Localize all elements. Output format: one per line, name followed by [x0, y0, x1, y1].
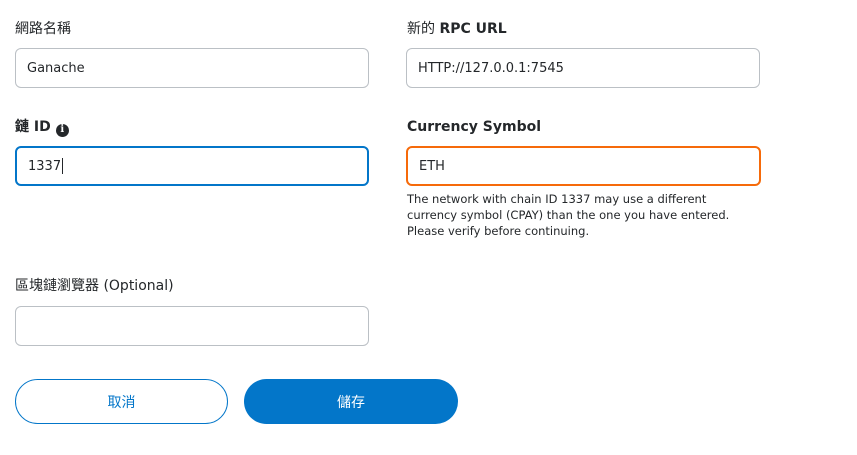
network-name-value: Ganache — [27, 60, 85, 76]
rpc-url-value: HTTP://127.0.0.1:7545 — [418, 60, 564, 76]
cancel-button[interactable]: 取消 — [15, 379, 228, 424]
cancel-button-label: 取消 — [107, 394, 136, 411]
currency-symbol-label-text: Currency Symbol — [407, 119, 542, 135]
block-explorer-label: 區塊鏈瀏覽器 (Optional) — [15, 277, 174, 295]
block-explorer-label-text: 區塊鏈瀏覽器 — [15, 278, 99, 294]
currency-warning-message: The network with chain ID 1337 may use a… — [407, 192, 730, 238]
network-name-input[interactable]: Ganache — [15, 48, 369, 88]
currency-symbol-label: Currency Symbol — [407, 118, 541, 136]
save-button-label: 儲存 — [337, 394, 365, 411]
network-name-label: 網路名稱 — [15, 21, 71, 37]
text-caret — [62, 158, 64, 174]
chain-id-label-prefix: 鏈 — [15, 119, 34, 135]
currency-symbol-input[interactable]: ETH — [406, 146, 761, 186]
optional-tag: (Optional) — [103, 278, 174, 294]
rpc-url-input[interactable]: HTTP://127.0.0.1:7545 — [406, 48, 760, 88]
chain-id-label: 鏈 ID i — [15, 118, 69, 137]
info-icon[interactable]: i — [55, 123, 69, 137]
chain-id-label-bold: ID — [33, 119, 51, 135]
chain-id-input[interactable]: 1337 — [15, 146, 369, 186]
block-explorer-input[interactable] — [15, 306, 369, 346]
rpc-url-label: 新的 RPC URL — [407, 20, 507, 38]
chain-id-value: 1337 — [28, 158, 62, 174]
rpc-url-label-prefix: 新的 — [407, 21, 440, 37]
save-button[interactable]: 儲存 — [244, 379, 458, 424]
currency-symbol-value: ETH — [419, 158, 445, 174]
rpc-url-label-bold: RPC URL — [439, 21, 507, 37]
